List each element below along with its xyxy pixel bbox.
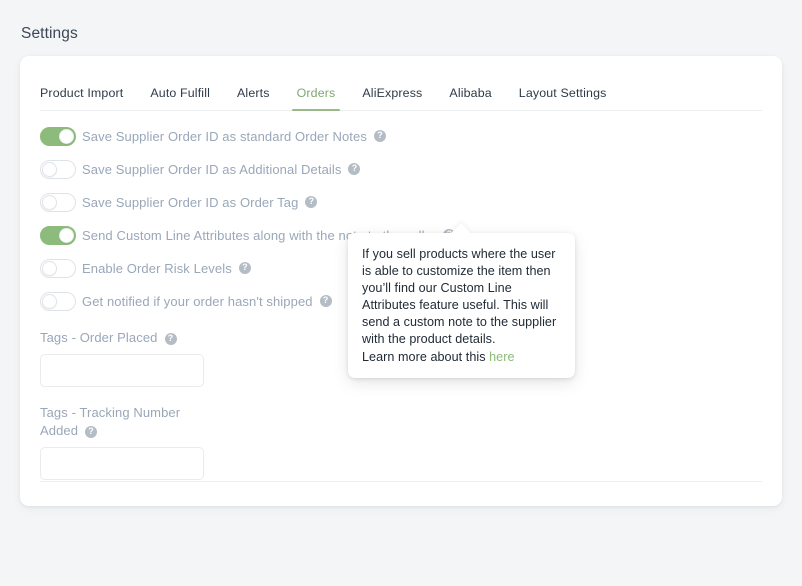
settings-tabs: Product Import Auto Fulfill Alerts Order… — [40, 70, 762, 111]
toggle-save-order-id-additional-details[interactable] — [40, 159, 76, 179]
help-circle-icon-order-risk-levels[interactable]: ? — [238, 262, 251, 274]
help-circle-icon-order-not-shipped[interactable]: ? — [319, 295, 332, 307]
tooltip-learn-prefix: Learn more about this — [362, 349, 490, 364]
toggle-send-custom-line-attributes[interactable] — [40, 225, 76, 245]
help-glyph: ? — [88, 425, 94, 436]
help-glyph: ? — [322, 295, 329, 305]
toggle-knob — [59, 128, 74, 144]
help-glyph: ? — [167, 332, 174, 343]
tab-product-import[interactable]: Product Import — [40, 86, 123, 110]
custom-line-attributes-tooltip: If you sell products where the user is a… — [348, 233, 575, 378]
tooltip-body-text: If you sell products where the user is a… — [362, 247, 557, 347]
card-footer-divider — [40, 481, 762, 482]
toggle-enable-order-risk-levels[interactable] — [40, 258, 76, 278]
tab-auto-fulfill[interactable]: Auto Fulfill — [150, 86, 210, 110]
field-label-text-tags-tracking-number-added: Tags - Tracking Number Added — [40, 405, 181, 438]
tooltip-here-link[interactable]: here — [489, 350, 514, 364]
help-glyph: ? — [242, 262, 248, 272]
help-circle-icon-tags-order-placed[interactable]: ? — [164, 332, 177, 345]
help-circle-icon-tags-tracking-number-added[interactable]: ? — [85, 425, 98, 438]
toggle-knob — [59, 227, 74, 243]
page-title: Settings — [21, 25, 78, 42]
tab-aliexpress[interactable]: AliExpress — [362, 86, 422, 110]
help-circle-icon-order-tag[interactable]: ? — [305, 196, 318, 208]
toggle-knob — [42, 194, 57, 210]
field-label-tags-tracking-number-added: Tags - Tracking Number Added? — [40, 404, 200, 440]
field-label-text-tags-order-placed: Tags - Order Placed — [40, 330, 158, 345]
setting-label-order-notes: Save Supplier Order ID as standard Order… — [82, 128, 367, 144]
toggle-knob — [42, 161, 57, 177]
field-label-tags-order-placed: Tags - Order Placed? — [40, 329, 200, 347]
toggle-save-order-id-order-tag[interactable] — [40, 192, 76, 212]
setting-row-order-tag: Save Supplier Order ID as Order Tag ? — [40, 191, 762, 213]
toggle-get-notified-order-not-shipped[interactable] — [40, 291, 76, 311]
toggle-save-order-id-order-notes[interactable] — [40, 126, 76, 146]
help-glyph: ? — [351, 163, 358, 173]
tab-alibaba[interactable]: Alibaba — [449, 86, 491, 110]
field-group-tags-tracking-number-added: Tags - Tracking Number Added? — [40, 404, 762, 480]
tab-orders[interactable]: Orders — [291, 86, 341, 111]
toggle-knob — [42, 260, 57, 276]
help-circle-icon-order-notes[interactable]: ? — [373, 130, 386, 142]
setting-row-order-notes: Save Supplier Order ID as standard Order… — [40, 125, 762, 147]
setting-label-order-tag: Save Supplier Order ID as Order Tag — [82, 194, 299, 210]
tab-layout-settings[interactable]: Layout Settings — [519, 86, 607, 110]
setting-label-order-not-shipped: Get notified if your order hasn't shippe… — [82, 293, 313, 309]
setting-label-additional-details: Save Supplier Order ID as Additional Det… — [82, 161, 342, 177]
setting-row-additional-details: Save Supplier Order ID as Additional Det… — [40, 158, 762, 180]
help-glyph: ? — [308, 196, 315, 206]
input-tags-tracking-number-added[interactable] — [40, 447, 204, 480]
input-tags-order-placed[interactable] — [40, 354, 204, 387]
tooltip-learn-more: Learn more about this here — [362, 349, 561, 366]
setting-label-order-risk-levels: Enable Order Risk Levels — [82, 260, 232, 276]
help-glyph: ? — [377, 130, 383, 140]
toggle-knob — [42, 293, 57, 309]
help-circle-icon-additional-details[interactable]: ? — [348, 163, 361, 175]
tab-alerts[interactable]: Alerts — [237, 86, 270, 110]
